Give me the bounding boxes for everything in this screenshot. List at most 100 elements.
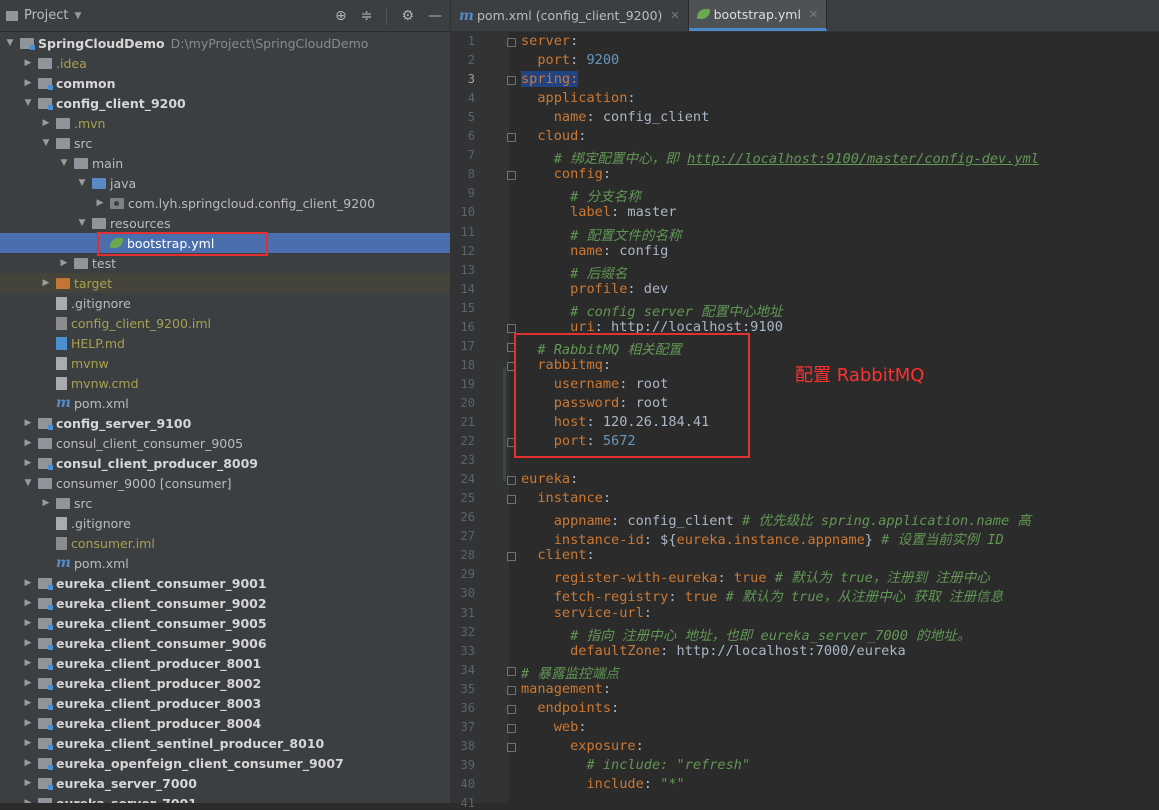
code-line[interactable]: instance:	[521, 490, 611, 506]
collapsed-arrow-icon[interactable]: ▶	[40, 278, 52, 288]
tree-item[interactable]: ▶mpom.xml	[0, 553, 450, 573]
fold-marker-icon[interactable]	[507, 685, 516, 695]
collapsed-arrow-icon[interactable]: ▶	[22, 758, 34, 768]
code-line[interactable]: fetch-registry: true # 默认为 true，从注册中心 获取…	[521, 585, 1003, 605]
fold-marker-icon[interactable]	[507, 495, 516, 505]
code-line[interactable]: name: config_client	[521, 109, 710, 125]
close-icon[interactable]: ✕	[670, 9, 679, 22]
fold-marker-icon[interactable]	[507, 171, 516, 181]
tree-item[interactable]: ▶ eureka_client_producer_8001	[0, 653, 450, 673]
collapse-all-icon[interactable]: ≑	[361, 8, 373, 24]
code-line[interactable]: spring:	[521, 71, 579, 88]
close-icon[interactable]: ✕	[809, 8, 818, 21]
tree-item[interactable]: ▶ consul_client_producer_8009	[0, 453, 450, 473]
tree-item[interactable]: ▶ test	[0, 253, 450, 273]
code-line[interactable]: config:	[521, 166, 611, 182]
tree-item[interactable]: ▼ main	[0, 153, 450, 173]
code-line[interactable]: client:	[521, 547, 594, 563]
collapsed-arrow-icon[interactable]: ▶	[22, 718, 34, 728]
code-line[interactable]: server:	[521, 33, 578, 49]
tree-item[interactable]: ▶ eureka_client_producer_8003	[0, 693, 450, 713]
tree-item[interactable]: ▶mvnw	[0, 353, 450, 373]
fold-marker-icon[interactable]	[507, 38, 516, 47]
fold-marker-icon[interactable]	[507, 76, 516, 86]
code-line[interactable]: # 后缀名	[521, 262, 627, 282]
code-line[interactable]: # 绑定配置中心，即 http://localhost:9100/master/…	[521, 147, 1039, 167]
code-line[interactable]: cloud:	[521, 128, 586, 144]
fold-marker-icon[interactable]	[507, 723, 516, 733]
tree-item[interactable]: ▼ SpringCloudDemo D:\myProject\SpringCloud…	[0, 33, 450, 53]
expanded-arrow-icon[interactable]: ▼	[4, 38, 16, 48]
collapsed-arrow-icon[interactable]: ▶	[22, 678, 34, 688]
tree-item[interactable]: ▶ eureka_client_producer_8004	[0, 713, 450, 733]
code-line[interactable]: service-url:	[521, 605, 652, 621]
code-line[interactable]: defaultZone: http://localhost:7000/eurek…	[521, 643, 906, 659]
tree-item[interactable]: ▶.gitignore	[0, 513, 450, 533]
tree-item[interactable]: ▼ consumer_9000 [consumer]	[0, 473, 450, 493]
collapsed-arrow-icon[interactable]: ▶	[40, 498, 52, 508]
code-line[interactable]: port: 9200	[521, 52, 619, 68]
code-line[interactable]: # include: "refresh"	[521, 757, 750, 773]
expanded-arrow-icon[interactable]: ▼	[76, 178, 88, 188]
collapsed-arrow-icon[interactable]: ▶	[22, 798, 34, 803]
tree-item[interactable]: ▼ java	[0, 173, 450, 193]
editor-tab[interactable]: bootstrap.yml ✕	[688, 0, 828, 31]
code-line[interactable]: # config server 配置中心地址	[521, 300, 783, 320]
tree-item[interactable]: ▶ eureka_client_consumer_9006	[0, 633, 450, 653]
hide-panel-icon[interactable]: —	[428, 8, 442, 24]
code-line[interactable]: register-with-eureka: true # 默认为 true，注册…	[521, 566, 990, 586]
expanded-arrow-icon[interactable]: ▼	[76, 218, 88, 228]
tree-item[interactable]: ▶ eureka_server_7001	[0, 793, 450, 803]
collapsed-arrow-icon[interactable]: ▶	[22, 438, 34, 448]
collapsed-arrow-icon[interactable]: ▶	[22, 78, 34, 88]
collapsed-arrow-icon[interactable]: ▶	[22, 778, 34, 788]
code-line[interactable]: # 分支名称	[521, 185, 641, 205]
fold-marker-icon[interactable]	[507, 323, 516, 333]
code-line[interactable]: eureka:	[521, 471, 578, 487]
tree-item[interactable]: ▶ eureka_openfeign_client_consumer_9007	[0, 753, 450, 773]
code-line[interactable]: # 暴露监控端点	[521, 662, 619, 682]
tree-item[interactable]: ▶ src	[0, 493, 450, 513]
expanded-arrow-icon[interactable]: ▼	[58, 158, 70, 168]
tree-item[interactable]: ▶ eureka_client_producer_8002	[0, 673, 450, 693]
collapsed-arrow-icon[interactable]: ▶	[22, 578, 34, 588]
fold-marker-icon[interactable]	[507, 666, 516, 676]
tree-item[interactable]: ▶ target	[0, 273, 450, 293]
expanded-arrow-icon[interactable]: ▼	[40, 138, 52, 148]
tree-item[interactable]: ▶ eureka_client_sentinel_producer_8010	[0, 733, 450, 753]
collapsed-arrow-icon[interactable]: ▶	[22, 658, 34, 668]
code-line[interactable]: appname: config_client # 优先级比 spring.app…	[521, 509, 1031, 529]
code-line[interactable]: application:	[521, 90, 635, 106]
tree-item[interactable]: ▶ eureka_server_7000	[0, 773, 450, 793]
collapsed-arrow-icon[interactable]: ▶	[22, 618, 34, 628]
tree-item[interactable]: ▼ config_client_9200	[0, 93, 450, 113]
tree-item[interactable]: ▶ eureka_client_consumer_9005	[0, 613, 450, 633]
locate-file-icon[interactable]: ⊕	[335, 8, 347, 24]
code-line[interactable]: # 配置文件的名称	[521, 224, 682, 244]
tree-item[interactable]: ▶ .mvn	[0, 113, 450, 133]
code-line[interactable]: instance-id: ${eureka.instance.appname} …	[521, 528, 1004, 548]
code-line[interactable]: web:	[521, 719, 587, 735]
collapsed-arrow-icon[interactable]: ▶	[22, 638, 34, 648]
code-line[interactable]: name: config	[521, 243, 668, 259]
collapsed-arrow-icon[interactable]: ▶	[22, 58, 34, 68]
gear-icon[interactable]: ⚙	[401, 8, 414, 24]
expanded-arrow-icon[interactable]: ▼	[22, 98, 34, 108]
tree-item[interactable]: ▶config_client_9200.iml	[0, 313, 450, 333]
project-view-selector[interactable]: Project ▼	[6, 8, 81, 23]
tree-item[interactable]: ▼ src	[0, 133, 450, 153]
tree-item[interactable]: ▶ eureka_client_consumer_9001	[0, 573, 450, 593]
tree-item[interactable]: ▶mvnw.cmd	[0, 373, 450, 393]
code-line[interactable]: include: "*"	[521, 776, 684, 792]
fold-marker-icon[interactable]	[507, 133, 516, 143]
fold-marker-icon[interactable]	[507, 704, 516, 714]
tree-item[interactable]: ▼ resources	[0, 213, 450, 233]
tree-item[interactable]: ▶ com.lyh.springcloud.config_client_9200	[0, 193, 450, 213]
collapsed-arrow-icon[interactable]: ▶	[94, 198, 106, 208]
tree-item[interactable]: ▶.gitignore	[0, 293, 450, 313]
collapsed-arrow-icon[interactable]: ▶	[40, 118, 52, 128]
tree-item[interactable]: ▶ consul_client_consumer_9005	[0, 433, 450, 453]
editor-tab[interactable]: m pom.xml (config_client_9200) ✕	[451, 0, 689, 31]
collapsed-arrow-icon[interactable]: ▶	[22, 598, 34, 608]
tree-item[interactable]: ▶consumer.iml	[0, 533, 450, 553]
